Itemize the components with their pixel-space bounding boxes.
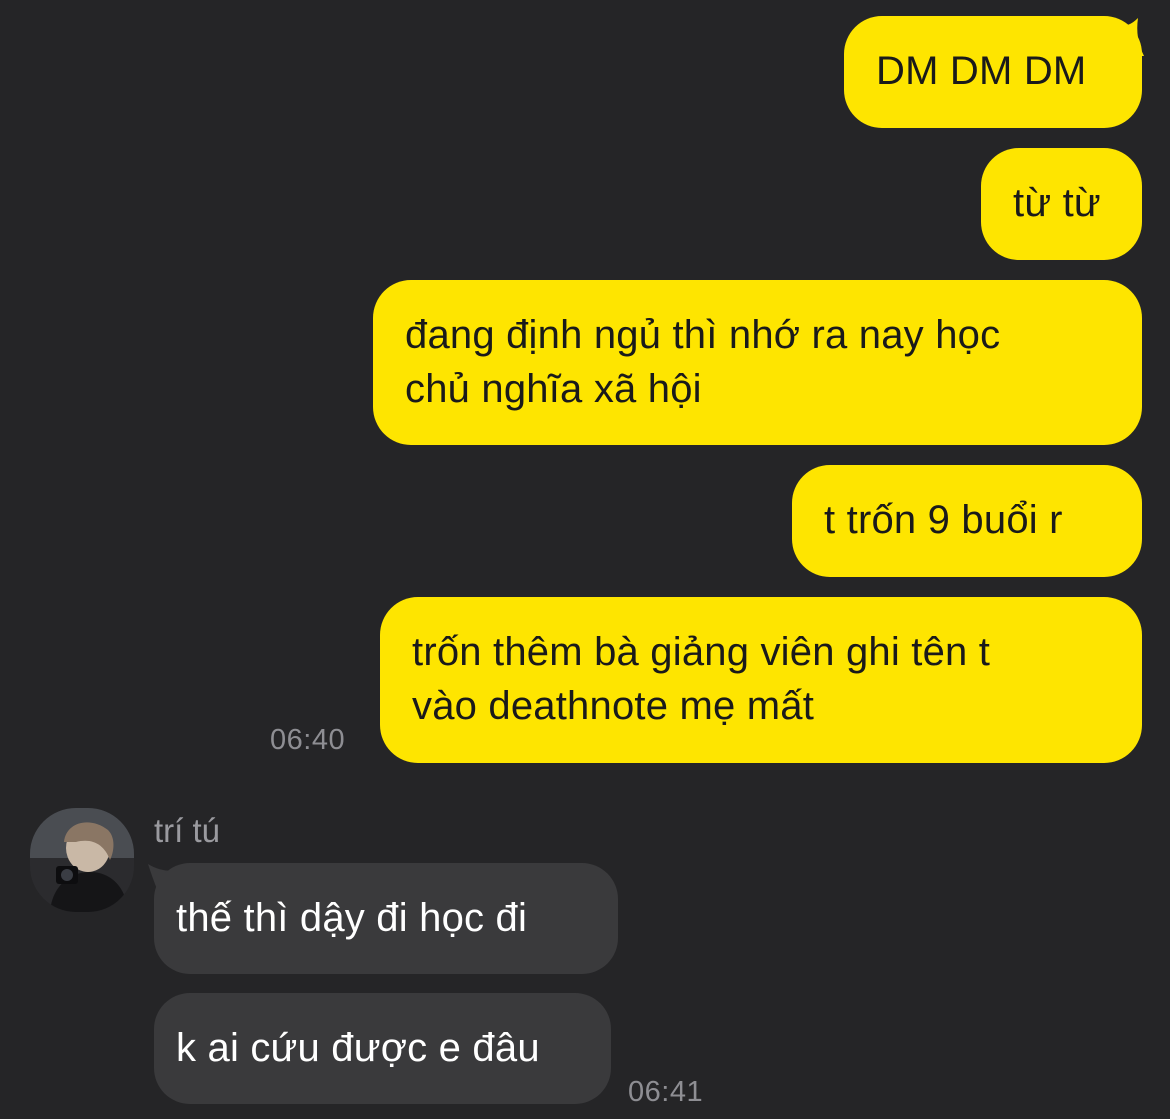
contact-name: trí tú bbox=[154, 812, 221, 849]
message-text: trốn thêm bà giảng viên ghi tên t vào de… bbox=[412, 630, 991, 728]
message-bubble-outgoing[interactable]: đang định ngủ thì nhớ ra nay học chủ ngh… bbox=[373, 280, 1142, 445]
chat-conversation: DM DM DM từ từ đang định ngủ thì nhớ ra … bbox=[0, 0, 1170, 1119]
user-avatar-photo-icon bbox=[30, 808, 134, 912]
message-bubble-incoming[interactable]: k ai cứu được e đâu bbox=[154, 993, 611, 1104]
message-text: DM DM DM bbox=[876, 49, 1087, 93]
message-text: đang định ngủ thì nhớ ra nay học chủ ngh… bbox=[405, 313, 1001, 411]
message-text: thế thì dậy đi học đi bbox=[176, 896, 528, 940]
contact-avatar[interactable] bbox=[30, 808, 134, 912]
message-text: t trốn 9 buổi r bbox=[824, 498, 1063, 542]
message-timestamp: 06:40 bbox=[270, 724, 346, 756]
message-bubble-outgoing[interactable]: DM DM DM bbox=[844, 16, 1142, 128]
message-bubble-incoming[interactable]: thế thì dậy đi học đi bbox=[154, 863, 618, 974]
message-bubble-outgoing[interactable]: từ từ bbox=[981, 148, 1142, 260]
message-timestamp: 06:41 bbox=[628, 1076, 704, 1108]
message-bubble-outgoing[interactable]: t trốn 9 buổi r bbox=[792, 465, 1142, 577]
message-bubble-outgoing[interactable]: trốn thêm bà giảng viên ghi tên t vào de… bbox=[380, 597, 1142, 763]
message-text: k ai cứu được e đâu bbox=[176, 1026, 540, 1070]
message-text: từ từ bbox=[1013, 181, 1101, 225]
